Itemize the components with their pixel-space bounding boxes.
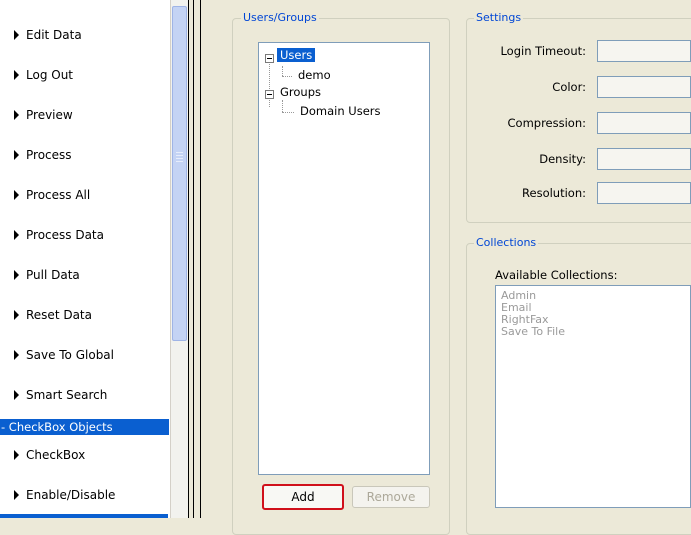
login-timeout-field[interactable] — [597, 40, 691, 62]
resolution-field[interactable] — [597, 182, 691, 204]
selection-indicator — [0, 514, 168, 518]
sidebar-item-label: Process — [26, 148, 72, 162]
sidebar-item-reset-data[interactable]: Reset Data — [0, 296, 172, 336]
triangle-right-icon — [14, 230, 19, 240]
density-label: Density: — [539, 152, 586, 166]
sidebar-item-save-to-global[interactable]: Save To Global — [0, 336, 172, 376]
triangle-right-icon — [14, 190, 19, 200]
pane-splitter[interactable] — [188, 0, 202, 518]
remove-button[interactable]: Remove — [352, 486, 430, 508]
sidebar-item-smart-search[interactable]: Smart Search — [0, 376, 172, 416]
triangle-right-icon — [14, 390, 19, 400]
section-header-checkbox-objects[interactable]: - CheckBox Objects — [0, 419, 169, 435]
list-item[interactable]: Save To File — [501, 325, 565, 338]
resolution-label: Resolution: — [522, 186, 586, 200]
sidebar-item-process-all[interactable]: Process All — [0, 176, 172, 216]
density-field[interactable] — [597, 148, 691, 170]
compression-label: Compression: — [507, 116, 587, 130]
sidebar-item-label: Preview — [26, 108, 73, 122]
sidebar: Edit Data Log Out Preview Process Proces… — [0, 0, 172, 518]
color-label: Color: — [552, 80, 586, 94]
sidebar-item-label: Process All — [26, 188, 91, 202]
tree-node-domain-users[interactable]: Domain Users — [300, 104, 380, 118]
sidebar-item-label: Process Data — [26, 228, 104, 242]
sidebar-item-process[interactable]: Process — [0, 136, 172, 176]
settings-title: Settings — [474, 11, 524, 24]
sidebar-item-label: Pull Data — [26, 268, 80, 282]
triangle-right-icon — [14, 450, 19, 460]
triangle-right-icon — [14, 270, 19, 280]
sidebar-item-label: Save To Global — [26, 348, 114, 362]
tree-node-groups[interactable]: Groups — [280, 85, 321, 99]
add-button[interactable]: Add — [262, 484, 344, 510]
color-field[interactable] — [597, 76, 691, 98]
sidebar-item-label: Edit Data — [26, 28, 82, 42]
collapse-icon[interactable] — [265, 54, 274, 63]
login-timeout-label: Login Timeout: — [500, 44, 586, 58]
compression-field[interactable] — [597, 112, 691, 134]
tree-node-users[interactable]: Users — [277, 48, 316, 62]
sidebar-item-edit-data[interactable]: Edit Data — [0, 16, 172, 56]
triangle-right-icon — [14, 110, 19, 120]
sidebar-item-preview[interactable]: Preview — [0, 96, 172, 136]
scrollbar-grip-icon — [176, 161, 183, 162]
triangle-right-icon — [14, 150, 19, 160]
users-groups-title: Users/Groups — [241, 11, 319, 24]
sidebar-item-label: CheckBox — [26, 448, 86, 462]
sidebar-item-process-data[interactable]: Process Data — [0, 216, 172, 256]
scrollbar-grip-icon — [176, 158, 183, 159]
available-collections-label: Available Collections: — [495, 268, 618, 282]
triangle-right-icon — [14, 350, 19, 360]
sidebar-item-checkbox[interactable]: CheckBox — [0, 436, 172, 476]
collections-title: Collections — [474, 236, 539, 249]
triangle-right-icon — [14, 30, 19, 40]
sidebar-item-enable-disable[interactable]: Enable/Disable — [0, 476, 172, 516]
scrollbar-thumb[interactable] — [172, 6, 187, 341]
tree-node-demo[interactable]: demo — [298, 68, 331, 82]
triangle-right-icon — [14, 70, 19, 80]
triangle-right-icon — [14, 310, 19, 320]
triangle-right-icon — [14, 490, 19, 500]
sidebar-item-label: Smart Search — [26, 388, 108, 402]
scrollbar-grip-icon — [176, 152, 183, 153]
sidebar-item-label: Enable/Disable — [26, 488, 116, 502]
collapse-icon[interactable] — [265, 90, 274, 99]
sidebar-item-label: Reset Data — [26, 308, 92, 322]
sidebar-item-pull-data[interactable]: Pull Data — [0, 256, 172, 296]
scrollbar-grip-icon — [176, 155, 183, 156]
sidebar-item-label: Log Out — [26, 68, 74, 82]
available-collections-list[interactable]: Admin Email RightFax Save To File — [495, 285, 691, 508]
sidebar-item-log-out[interactable]: Log Out — [0, 56, 172, 96]
users-groups-tree[interactable]: Users demo Groups Domain Users — [258, 42, 430, 475]
